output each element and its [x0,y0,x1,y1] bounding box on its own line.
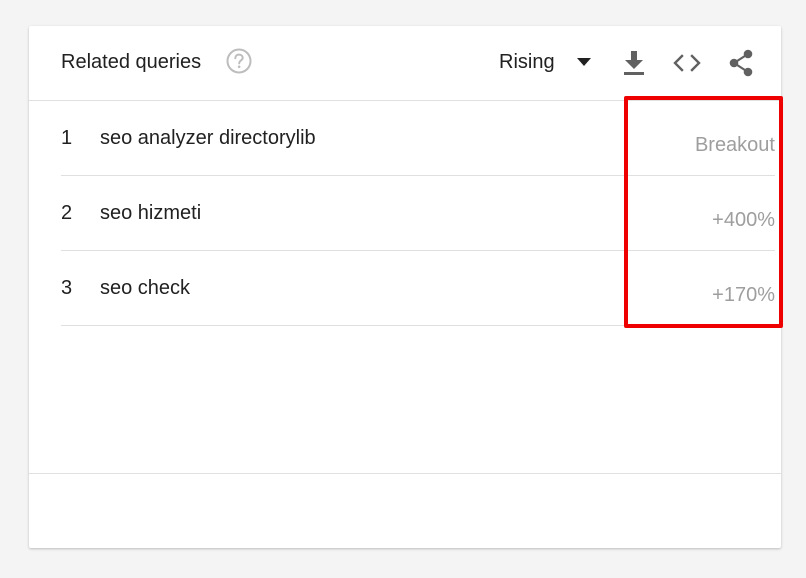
filter-dropdown[interactable]: Rising [499,46,591,78]
list-item-rank: 3 [61,277,73,299]
list-item-value: +170% [712,284,775,306]
download-button[interactable] [619,48,649,78]
list-item-rank: 2 [61,202,73,224]
related-queries-card: Related queries Rising 1 seo analyzer di… [29,26,781,548]
list-item-value: Breakout [694,134,775,156]
card-footer [29,473,781,549]
list-item-rank: 1 [61,127,73,149]
list-item-value: +400% [712,209,775,231]
list-item[interactable]: 1 seo analyzer directorylib Breakout [61,101,775,176]
list-item-query[interactable]: seo analyzer directorylib [100,127,316,150]
download-icon [624,51,644,75]
caret-down-icon [576,58,591,66]
share-icon [729,49,753,77]
embed-button[interactable] [672,48,702,78]
share-button[interactable] [726,48,756,78]
queries-list: 1 seo analyzer directorylib Breakout 2 s… [61,101,775,326]
code-icon [673,54,701,72]
list-item-query[interactable]: seo check [100,277,190,300]
list-item[interactable]: 2 seo hizmeti +400% [61,176,775,251]
help-circle-icon[interactable] [226,48,252,74]
list-item[interactable]: 3 seo check +170% [61,251,775,326]
card-title: Related queries [61,51,202,73]
filter-dropdown-label: Rising [499,50,555,73]
card-header: Related queries Rising [29,26,781,101]
list-item-query[interactable]: seo hizmeti [100,202,201,225]
